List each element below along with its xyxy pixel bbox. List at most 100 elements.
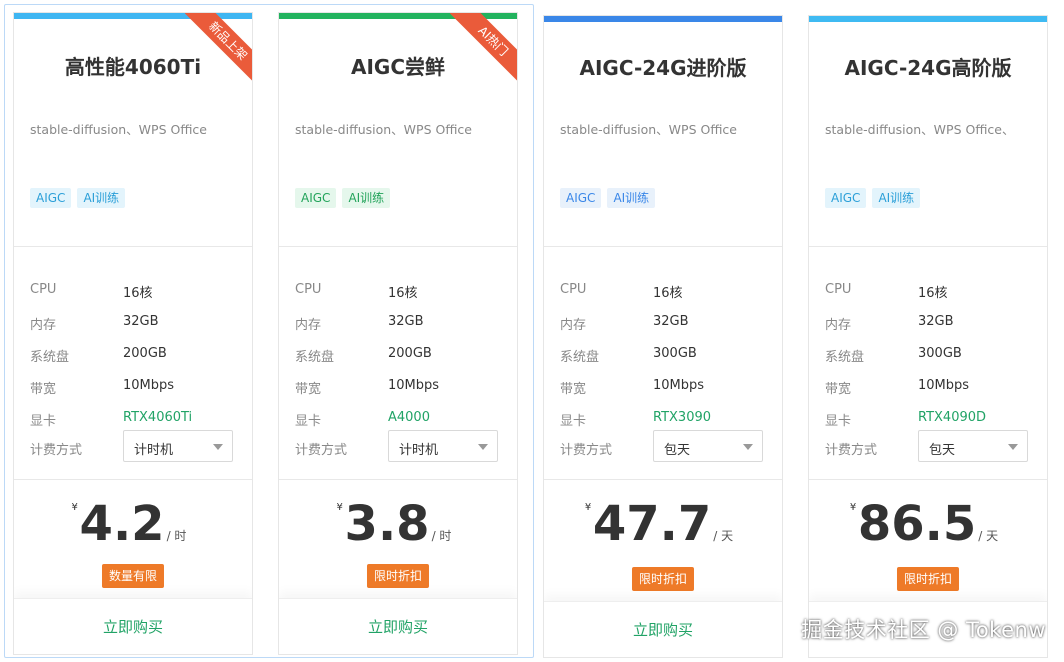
price-value: 47.7 [592,496,712,552]
card-description: stable-diffusion、WPS Office [30,122,207,137]
price-block: ¥ 86.5/ 天 [809,498,1047,550]
spec-value: 10Mbps [123,378,175,393]
spec-key: 显卡 [560,414,587,429]
tag: AI训练 [607,188,656,208]
divider [14,479,252,480]
spec-value: 200GB [123,346,167,361]
chevron-down-icon [478,444,488,450]
spec-key: 带宽 [825,382,852,397]
billing-select-value: 计时机 [134,443,174,458]
promo-badge: 数量有限 [101,564,165,588]
buy-now-button[interactable]: 立即购买 [279,616,517,637]
tag-list: AIGC AI训练 [30,188,126,208]
spec-value: RTX4060Ti [123,410,193,425]
spec-row: CPU 16核 [825,278,1031,302]
spec-key: 系统盘 [295,350,335,365]
spec-row: 带宽 10Mbps [295,374,501,398]
billing-select[interactable]: 计时机 [388,430,498,462]
spec-row: 系统盘 300GB [825,342,1031,366]
spec-row: 内存 32GB [825,310,1031,334]
billing-label: 计费方式 [825,443,878,458]
price-block: ¥ 47.7/ 天 [544,498,782,550]
card-title: AIGC尝鲜 [350,55,445,79]
spec-key: 系统盘 [560,350,600,365]
tag: AI训练 [77,188,126,208]
spec-value: 10Mbps [388,378,440,393]
pricing-card: AI热门 AIGC尝鲜 stable-diffusion、WPS Office AIG… [278,12,518,655]
divider [14,246,252,247]
spec-value: 32GB [388,314,424,329]
tag-list: AIGC AI训练 [825,188,921,208]
spec-row: 内存 32GB [560,310,766,334]
spec-key: CPU [825,282,852,297]
billing-select[interactable]: 包天 [918,430,1028,462]
spec-value: 32GB [918,314,954,329]
spec-value: RTX4090D [918,410,987,425]
spec-row: 显卡 A4000 [295,406,501,430]
billing-select-value: 计时机 [399,443,439,458]
spec-value: 16核 [918,286,948,301]
buy-now-button[interactable]: 立即购买 [14,616,252,637]
spec-row: 带宽 10Mbps [825,374,1031,398]
spec-row: 带宽 10Mbps [30,374,236,398]
spec-row: 带宽 10Mbps [560,374,766,398]
billing-label: 计费方式 [560,443,613,458]
spec-value: A4000 [388,410,430,425]
buy-now-button[interactable]: 立即购买 [544,619,782,640]
billing-select-value: 包天 [929,443,956,458]
price-unit: / 时 [431,529,452,543]
billing-label: 计费方式 [30,443,83,458]
tag: AI训练 [342,188,391,208]
price-unit: / 天 [713,529,734,543]
spec-value: 16核 [123,286,153,301]
spec-key: CPU [30,282,57,297]
spec-row: 内存 32GB [30,310,236,334]
spec-key: 系统盘 [30,350,70,365]
spec-value: 16核 [388,286,418,301]
spec-value: 10Mbps [918,378,970,393]
spec-value: 300GB [918,346,962,361]
currency-symbol: ¥ [71,502,78,513]
price-value: 3.8 [344,496,430,552]
spec-key: 显卡 [825,414,852,429]
tag: AIGC [30,188,72,208]
card-title: AIGC-24G进阶版 [579,56,747,80]
promo-badge: 限时折扣 [366,564,430,588]
spec-row: 内存 32GB [295,310,501,334]
billing-select[interactable]: 包天 [653,430,763,462]
pricing-card: AIGC-24G高阶版 stable-diffusion、WPS Office、 A… [808,15,1048,658]
currency-symbol: ¥ [584,502,592,513]
card-description: stable-diffusion、WPS Office [295,122,472,137]
spec-key: 带宽 [560,382,587,397]
currency-symbol: ¥ [849,502,857,513]
spec-key: 内存 [295,318,322,333]
spec-value: 200GB [388,346,432,361]
card-title: AIGC-24G高阶版 [844,56,1012,80]
buy-area: 立即购买 [279,598,517,654]
divider [809,479,1047,480]
tag: AIGC [295,188,337,208]
divider [279,479,517,480]
chevron-down-icon [1008,444,1018,450]
buy-area: 立即购买 [14,598,252,654]
spec-value: 300GB [653,346,697,361]
spec-row: 显卡 RTX4060Ti [30,406,236,430]
tag-list: AIGC AI训练 [560,188,656,208]
spec-value: 32GB [123,314,159,329]
spec-value: 32GB [653,314,689,329]
billing-label: 计费方式 [295,443,348,458]
billing-select[interactable]: 计时机 [123,430,233,462]
price-unit: / 时 [166,529,187,543]
spec-key: 内存 [30,318,57,333]
spec-row: CPU 16核 [295,278,501,302]
card-accent-bar [809,16,1047,22]
spec-row: CPU 16核 [30,278,236,302]
spec-key: 显卡 [30,414,57,429]
spec-row: 系统盘 200GB [295,342,501,366]
tag: AI训练 [872,188,921,208]
spec-value: RTX3090 [653,410,712,425]
card-description: stable-diffusion、WPS Office、 [825,122,1015,137]
pricing-card: AIGC-24G进阶版 stable-diffusion、WPS Office AI… [543,15,783,658]
card-title: 高性能4060Ti [64,55,202,79]
currency-symbol: ¥ [336,502,343,513]
